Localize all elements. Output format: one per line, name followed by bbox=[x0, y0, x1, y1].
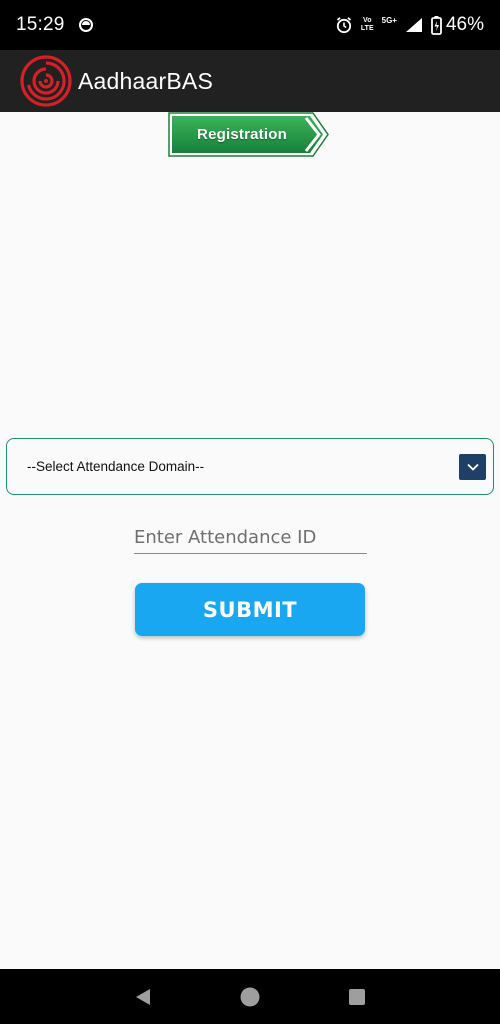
signal-icon bbox=[405, 18, 422, 32]
navigation-bar bbox=[0, 969, 500, 1024]
submit-button[interactable]: SUBMIT bbox=[135, 583, 365, 636]
status-time: 15:29 bbox=[16, 14, 65, 35]
battery-percent: 46% bbox=[445, 14, 484, 35]
volte-indicator: Vo LTE bbox=[361, 17, 374, 33]
attendance-domain-select[interactable]: --Select Attendance Domain-- bbox=[6, 438, 494, 495]
app-bar: AadhaarBAS bbox=[0, 50, 500, 112]
registration-button[interactable]: Registration bbox=[168, 112, 330, 157]
domain-select-value: --Select Attendance Domain-- bbox=[27, 459, 205, 474]
status-icons: Vo LTE 5G+ 46% bbox=[335, 14, 484, 36]
home-icon[interactable] bbox=[238, 985, 262, 1009]
volte-bottom: LTE bbox=[360, 25, 374, 32]
notification-icon bbox=[78, 18, 93, 32]
recents-icon[interactable] bbox=[345, 985, 369, 1009]
volte-top: Vo bbox=[363, 17, 372, 24]
status-bar: 15:29 Vo LTE 5G+ 46% bbox=[0, 0, 500, 50]
fingerprint-logo-icon bbox=[20, 55, 72, 107]
alarm-icon bbox=[336, 17, 352, 34]
chevron-down-icon[interactable] bbox=[459, 454, 486, 480]
battery-icon bbox=[431, 15, 442, 35]
back-icon[interactable] bbox=[131, 985, 155, 1009]
registration-label: Registration bbox=[197, 126, 287, 143]
app-title: AadhaarBAS bbox=[78, 67, 213, 94]
network-type: 5G+ bbox=[381, 15, 397, 25]
attendance-id-input[interactable] bbox=[134, 522, 367, 554]
